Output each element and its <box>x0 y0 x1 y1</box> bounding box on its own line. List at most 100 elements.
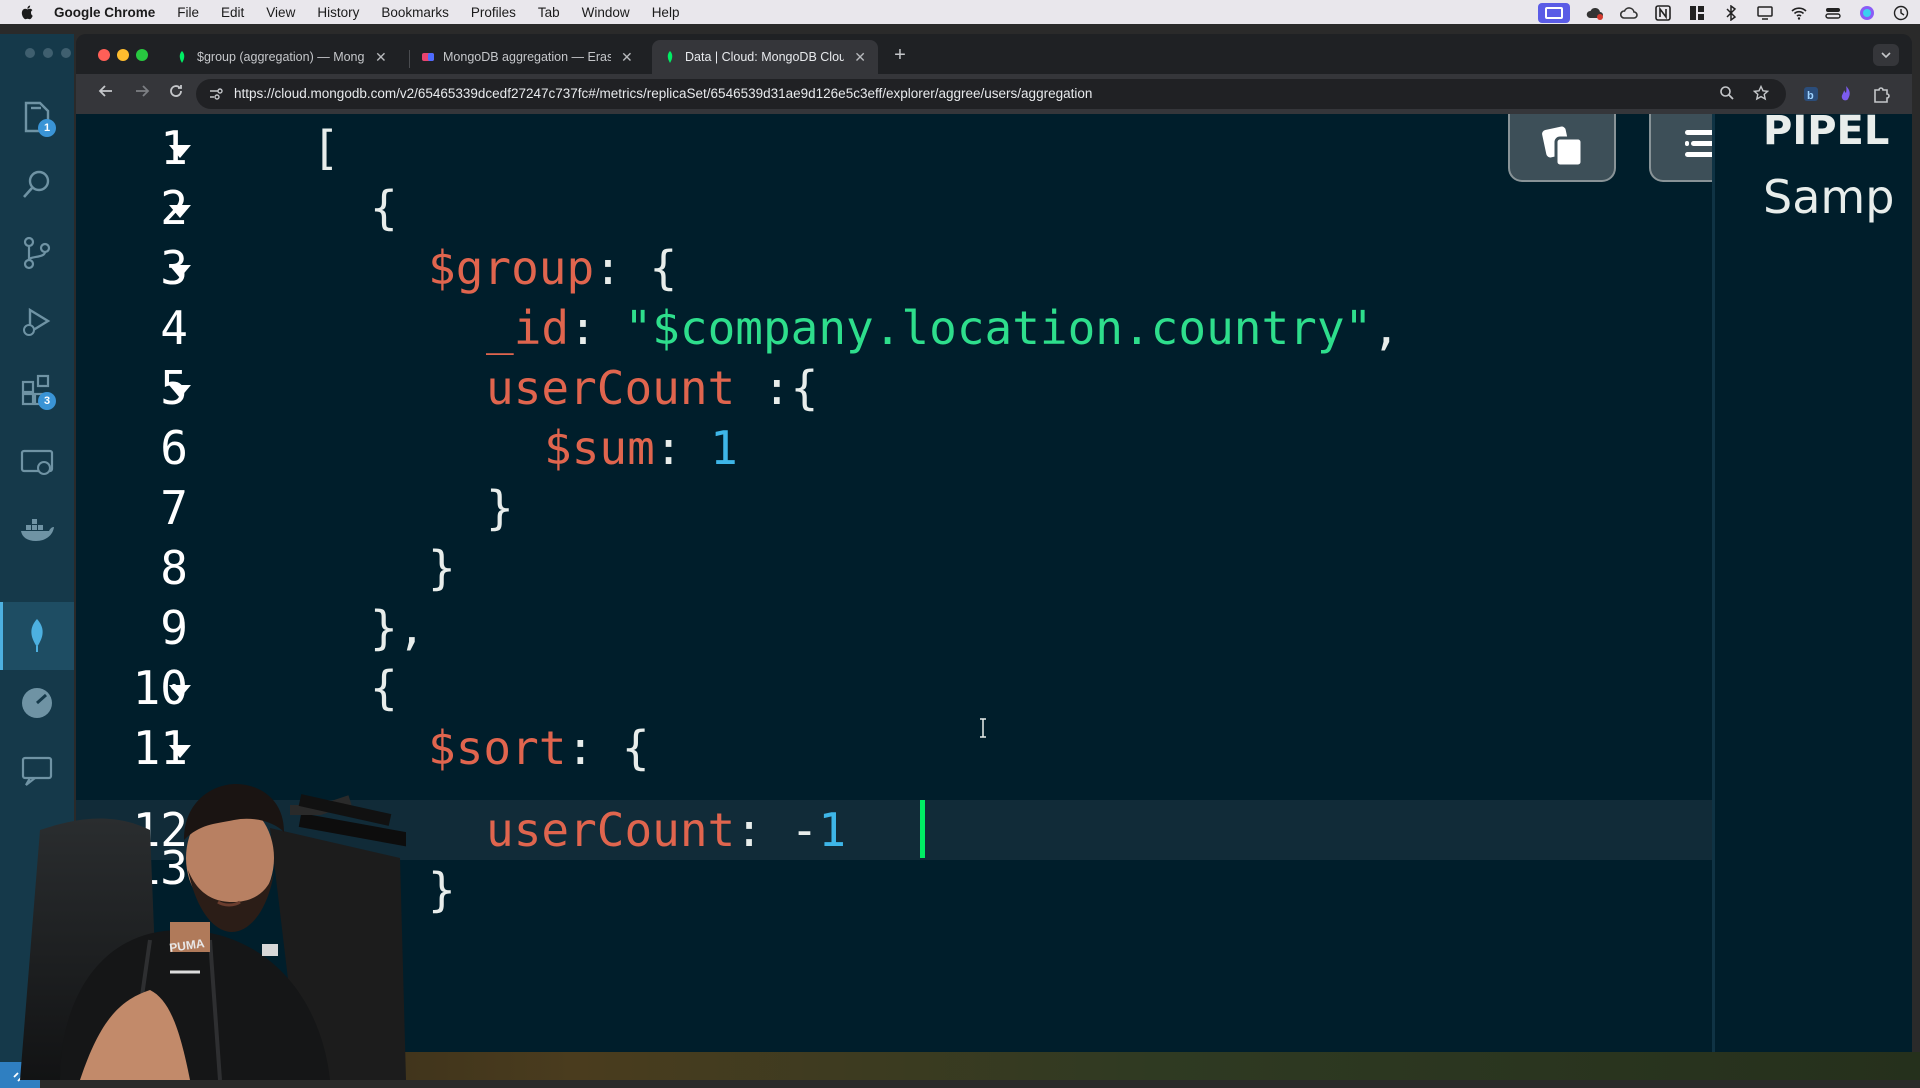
notion-icon[interactable] <box>1654 5 1672 21</box>
menu-history[interactable]: History <box>317 5 359 20</box>
pipeline-output-panel: PIPEL Samp <box>1715 114 1912 1052</box>
tab-eraser[interactable]: MongoDB aggregation — Eraser ✕ <box>410 40 650 74</box>
mongodb-favicon <box>179 51 185 63</box>
brace-close: } <box>428 541 456 595</box>
zoom-button[interactable] <box>1718 85 1736 103</box>
star-icon <box>1752 84 1770 101</box>
line-number: 8 <box>160 541 188 595</box>
address-bar[interactable]: https://cloud.mongodb.com/v2/65465339dce… <box>196 79 1786 109</box>
arrow-left-icon <box>98 85 112 97</box>
code-punct: : { <box>566 721 650 775</box>
line-number: 4 <box>160 301 188 355</box>
macos-menu-bar: Google Chrome File Edit View History Boo… <box>0 0 1920 24</box>
site-settings-icon[interactable] <box>208 86 224 102</box>
browser-toolbar: https://cloud.mongodb.com/v2/65465339dce… <box>76 74 1912 114</box>
code-line-5: userCount :{ <box>486 358 818 418</box>
tab-search-button[interactable] <box>1873 44 1899 66</box>
extension-flame-icon[interactable] <box>1836 84 1856 104</box>
svg-text:b: b <box>1807 90 1814 102</box>
menu-window[interactable]: Window <box>582 5 630 20</box>
mongodb-leaf-icon[interactable] <box>18 616 56 654</box>
tab-data-cloud-mongodb[interactable]: Data | Cloud: MongoDB Cloud ✕ <box>652 40 878 74</box>
menu-app-name[interactable]: Google Chrome <box>54 5 155 20</box>
bracket-open: [ <box>312 121 340 175</box>
fold-toggle-icon[interactable] <box>169 265 191 278</box>
arrow-right-icon <box>136 85 150 97</box>
extensions-puzzle-icon[interactable] <box>1871 84 1891 104</box>
usercount-field: userCount <box>486 361 736 415</box>
docker-icon[interactable] <box>18 512 56 550</box>
control-center-icon[interactable] <box>1824 5 1842 21</box>
fold-toggle-icon[interactable] <box>169 145 191 158</box>
code-line-6: $sum: 1 <box>544 418 738 478</box>
sample-label: Samp <box>1763 170 1895 224</box>
wifi-icon[interactable] <box>1790 5 1808 21</box>
code-punct: :{ <box>735 361 819 415</box>
new-tab-button[interactable]: + <box>886 42 914 70</box>
tab-title: MongoDB aggregation — Eraser <box>443 50 611 64</box>
cloud-sync-icon[interactable] <box>1620 5 1638 21</box>
menu-file[interactable]: File <box>177 5 199 20</box>
menu-profiles[interactable]: Profiles <box>471 5 516 20</box>
tab-title: $group (aggregation) — MongoDB <box>197 50 365 64</box>
sum-operator: $sum <box>544 421 655 475</box>
zoom-window-button[interactable] <box>136 49 148 61</box>
url-text: https://cloud.mongodb.com/v2/65465339dce… <box>234 86 1093 101</box>
code-punct: : <box>654 421 711 475</box>
menu-view[interactable]: View <box>266 5 295 20</box>
close-tab-icon[interactable]: ✕ <box>854 49 866 66</box>
close-window-button[interactable] <box>98 49 110 61</box>
clock-icon[interactable] <box>1892 5 1910 21</box>
cloud-icon[interactable] <box>1586 5 1604 21</box>
menu-bookmarks[interactable]: Bookmarks <box>381 5 449 20</box>
timer-icon[interactable] <box>18 684 56 722</box>
webcam-overlay: PUMA <box>0 760 406 1080</box>
tab-title: Data | Cloud: MongoDB Cloud <box>685 50 845 64</box>
code-line-7: } <box>486 478 514 538</box>
code-line-9: }, <box>370 598 425 658</box>
layout-grid-icon[interactable] <box>1688 5 1706 21</box>
code-line-4: _id: "$company.location.country", <box>486 298 1400 358</box>
fold-toggle-icon[interactable] <box>169 685 191 698</box>
fold-toggle-icon[interactable] <box>169 745 191 758</box>
bluetooth-icon[interactable] <box>1722 5 1740 21</box>
extension-b-icon[interactable]: b <box>1801 84 1821 104</box>
code-line-12: userCount: -1 <box>486 800 846 860</box>
forward-button[interactable] <box>130 82 154 106</box>
siri-icon[interactable] <box>1858 5 1876 21</box>
screen-share-icon[interactable] <box>1538 3 1570 23</box>
tab-group-aggregation[interactable]: $group (aggregation) — MongoDB ✕ <box>164 40 408 74</box>
bookmark-button[interactable] <box>1752 84 1770 103</box>
sort-operator: $sort <box>428 721 567 775</box>
reload-button[interactable] <box>164 82 188 106</box>
code-line-10: { <box>370 658 398 718</box>
code-line-1: [ <box>312 118 340 178</box>
fold-toggle-icon[interactable] <box>169 385 191 398</box>
code-line-13: } <box>428 860 456 920</box>
copy-pipeline-button[interactable] <box>1508 114 1616 182</box>
back-button[interactable] <box>94 82 118 106</box>
copy-icon <box>1542 126 1584 168</box>
mongodb-favicon <box>667 51 673 63</box>
minus-sign: - <box>762 803 819 857</box>
window-controls-icon <box>25 48 71 58</box>
source-control-icon[interactable] <box>18 234 56 272</box>
id-value-string: "$company.location.country" <box>624 301 1373 355</box>
menu-tab[interactable]: Tab <box>538 5 560 20</box>
ibeam-cursor-icon <box>980 718 986 738</box>
run-debug-icon[interactable] <box>18 302 56 340</box>
close-tab-icon[interactable]: ✕ <box>375 49 387 66</box>
remote-explorer-icon[interactable] <box>18 444 56 482</box>
display-icon[interactable] <box>1756 5 1774 21</box>
text-cursor <box>920 800 925 858</box>
sum-value-number: 1 <box>710 421 738 475</box>
apple-icon[interactable] <box>20 4 36 20</box>
close-tab-icon[interactable]: ✕ <box>621 49 633 66</box>
menu-edit[interactable]: Edit <box>221 5 244 20</box>
pipeline-code-editor[interactable]: [ { $group: { _id: "$company.location.co… <box>210 114 1846 1052</box>
fold-toggle-icon[interactable] <box>169 205 191 218</box>
reload-icon <box>170 85 182 97</box>
menu-help[interactable]: Help <box>652 5 680 20</box>
search-icon[interactable] <box>18 166 56 204</box>
minimize-window-button[interactable] <box>117 49 129 61</box>
